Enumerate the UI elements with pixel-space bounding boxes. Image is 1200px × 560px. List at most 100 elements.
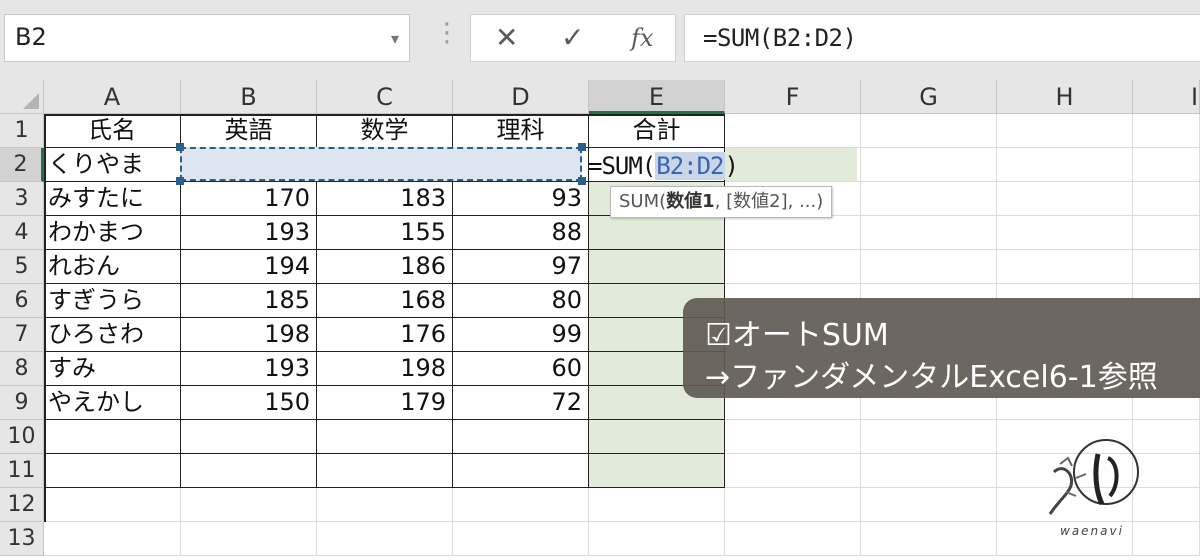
empty-cell[interactable]	[1133, 148, 1200, 182]
cell-c3[interactable]: 183	[317, 182, 453, 216]
cell-d4[interactable]: 88	[453, 216, 589, 250]
cell-b9[interactable]: 150	[181, 386, 317, 420]
row-header-10[interactable]: 10	[0, 420, 44, 454]
empty-cell[interactable]	[453, 522, 589, 556]
cell-c5[interactable]: 186	[317, 250, 453, 284]
row-header-5[interactable]: 5	[0, 250, 44, 284]
empty-cell[interactable]	[317, 488, 453, 522]
range-handle-bottom-left[interactable]	[176, 177, 184, 185]
empty-cell[interactable]	[861, 250, 997, 284]
column-header-d[interactable]: D	[453, 80, 589, 114]
column-header-f[interactable]: F	[725, 80, 861, 114]
cell-c10[interactable]	[317, 420, 453, 454]
resize-handle-icon[interactable]: ⋮	[434, 20, 460, 46]
row-header-9[interactable]: 9	[0, 386, 44, 420]
empty-cell[interactable]	[725, 114, 861, 148]
column-header-i[interactable]: I	[1133, 80, 1200, 114]
range-handle-bottom-right[interactable]	[578, 177, 586, 185]
cell-b5[interactable]: 194	[181, 250, 317, 284]
empty-cell[interactable]	[861, 522, 997, 556]
cell-d3[interactable]: 93	[453, 182, 589, 216]
cell-d7[interactable]: 99	[453, 318, 589, 352]
empty-cell[interactable]	[1133, 216, 1200, 250]
range-handle-top-left[interactable]	[176, 143, 184, 151]
empty-cell[interactable]	[725, 250, 861, 284]
column-header-a[interactable]: A	[44, 80, 181, 114]
enter-check-icon[interactable]: ✓	[561, 21, 584, 54]
empty-cell[interactable]	[317, 522, 453, 556]
empty-cell[interactable]	[1133, 182, 1200, 216]
empty-cell[interactable]	[861, 182, 997, 216]
cell-e1[interactable]: 合計	[589, 114, 725, 148]
cell-edit-text[interactable]: =SUM(B2:D2)	[588, 152, 739, 180]
cell-b11[interactable]	[181, 454, 317, 488]
cell-b6[interactable]: 185	[181, 284, 317, 318]
cell-b10[interactable]	[181, 420, 317, 454]
column-header-c[interactable]: C	[317, 80, 453, 114]
empty-cell[interactable]	[589, 522, 725, 556]
row-header-13[interactable]: 13	[0, 522, 44, 556]
empty-cell[interactable]	[997, 148, 1133, 182]
empty-cell[interactable]	[725, 216, 861, 250]
empty-cell[interactable]	[589, 488, 725, 522]
empty-cell[interactable]	[44, 522, 181, 556]
cell-e5[interactable]	[589, 250, 725, 284]
row-header-6[interactable]: 6	[0, 284, 44, 318]
select-all-corner[interactable]	[0, 80, 44, 114]
row-header-7[interactable]: 7	[0, 318, 44, 352]
cell-a7[interactable]: ひろさわ	[44, 318, 181, 352]
cell-d10[interactable]	[453, 420, 589, 454]
empty-cell[interactable]	[44, 488, 181, 522]
row-header-8[interactable]: 8	[0, 352, 44, 386]
cell-e4[interactable]	[589, 216, 725, 250]
empty-cell[interactable]	[861, 148, 997, 182]
cell-a11[interactable]	[44, 454, 181, 488]
empty-cell[interactable]	[181, 522, 317, 556]
empty-cell[interactable]	[997, 182, 1133, 216]
empty-cell[interactable]	[861, 216, 997, 250]
cell-a9[interactable]: やえかし	[44, 386, 181, 420]
row-header-11[interactable]: 11	[0, 454, 44, 488]
cell-b1[interactable]: 英語	[181, 114, 317, 148]
empty-cell[interactable]	[1133, 250, 1200, 284]
cell-d6[interactable]: 80	[453, 284, 589, 318]
column-header-g[interactable]: G	[861, 80, 997, 114]
empty-cell[interactable]	[861, 488, 997, 522]
name-box[interactable]: B2 ▾	[4, 14, 410, 62]
column-header-e[interactable]: E	[589, 80, 725, 114]
cell-a6[interactable]: すぎうら	[44, 284, 181, 318]
cell-c1[interactable]: 数学	[317, 114, 453, 148]
cell-a8[interactable]: すみ	[44, 352, 181, 386]
cell-c7[interactable]: 176	[317, 318, 453, 352]
empty-cell[interactable]	[997, 250, 1133, 284]
row-header-12[interactable]: 12	[0, 488, 44, 522]
cancel-icon[interactable]: ✕	[495, 21, 518, 54]
empty-cell[interactable]	[861, 420, 997, 454]
empty-cell[interactable]	[997, 114, 1133, 148]
cell-b4[interactable]: 193	[181, 216, 317, 250]
range-handle-top-right[interactable]	[578, 143, 586, 151]
function-tooltip[interactable]: SUM(数値1, [数値2], ...)	[610, 186, 833, 218]
empty-cell[interactable]	[453, 488, 589, 522]
cell-c9[interactable]: 179	[317, 386, 453, 420]
empty-cell[interactable]	[861, 454, 997, 488]
cell-c6[interactable]: 168	[317, 284, 453, 318]
row-header-4[interactable]: 4	[0, 216, 44, 250]
cell-e11[interactable]	[589, 454, 725, 488]
empty-cell[interactable]	[725, 522, 861, 556]
cell-e10[interactable]	[589, 420, 725, 454]
cell-b7[interactable]: 198	[181, 318, 317, 352]
empty-cell[interactable]	[1133, 114, 1200, 148]
cell-c11[interactable]	[317, 454, 453, 488]
cell-a4[interactable]: わかまつ	[44, 216, 181, 250]
cell-b8[interactable]: 193	[181, 352, 317, 386]
cell-b3[interactable]: 170	[181, 182, 317, 216]
empty-cell[interactable]	[725, 454, 861, 488]
column-header-h[interactable]: H	[997, 80, 1133, 114]
cell-d8[interactable]: 60	[453, 352, 589, 386]
formula-input[interactable]: =SUM(B2:D2)	[684, 14, 1200, 62]
cell-a3[interactable]: みすたに	[44, 182, 181, 216]
cell-a5[interactable]: れおん	[44, 250, 181, 284]
cell-d5[interactable]: 97	[453, 250, 589, 284]
empty-cell[interactable]	[181, 488, 317, 522]
